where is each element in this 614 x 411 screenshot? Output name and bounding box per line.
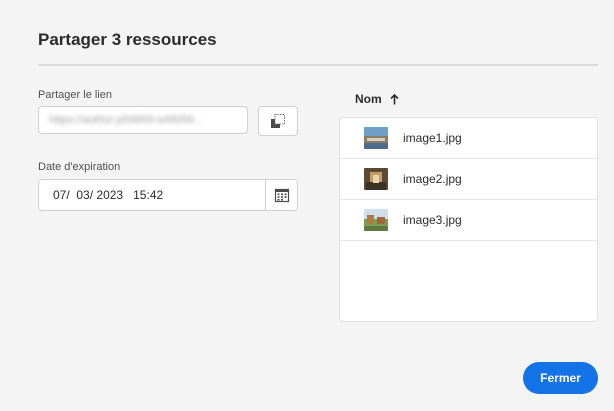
image-thumbnail	[364, 209, 388, 231]
share-dialog: Partager 3 ressources Partager le lien h…	[0, 0, 614, 411]
month-segment[interactable]: 03	[76, 188, 89, 202]
calendar-icon	[274, 188, 289, 203]
share-link-field[interactable]: https://author-p54859-e49056...	[38, 106, 248, 134]
list-item[interactable]: image3.jpg	[340, 200, 597, 241]
asset-list: image1.jpg image2.jpg image3.jpg	[339, 117, 598, 322]
list-item[interactable]: image1.jpg	[340, 118, 597, 159]
dialog-title: Partager 3 ressources	[38, 30, 217, 49]
file-name: image3.jpg	[403, 213, 462, 227]
arrow-up-icon	[390, 93, 399, 104]
copy-link-button[interactable]	[258, 106, 298, 136]
share-link-label: Partager le lien	[38, 89, 112, 101]
calendar-button[interactable]	[265, 180, 297, 210]
close-button[interactable]: Fermer	[523, 362, 598, 394]
title-divider	[38, 64, 598, 66]
column-header-label: Nom	[355, 92, 382, 106]
date-separator: /	[89, 188, 97, 202]
list-item[interactable]: image2.jpg	[340, 159, 597, 200]
year-segment[interactable]: 2023	[96, 188, 123, 202]
name-column-header[interactable]: Nom	[355, 92, 399, 106]
day-segment[interactable]: 07	[53, 188, 66, 202]
minute-segment[interactable]: 42	[150, 188, 163, 202]
expiration-date-field[interactable]: 07/ 03/ 2023 15: 42	[38, 179, 298, 211]
share-link-value: https://author-p54859-e49056...	[49, 114, 204, 126]
image-thumbnail	[364, 127, 388, 149]
copy-icon	[271, 114, 285, 128]
date-separator: /	[66, 188, 77, 202]
image-thumbnail	[364, 168, 388, 190]
hour-segment[interactable]: 15	[133, 188, 146, 202]
expiration-label: Date d'expiration	[38, 161, 121, 173]
file-name: image1.jpg	[403, 131, 462, 145]
file-name: image2.jpg	[403, 172, 462, 186]
date-segments: 07/ 03/ 2023 15: 42	[39, 188, 265, 202]
